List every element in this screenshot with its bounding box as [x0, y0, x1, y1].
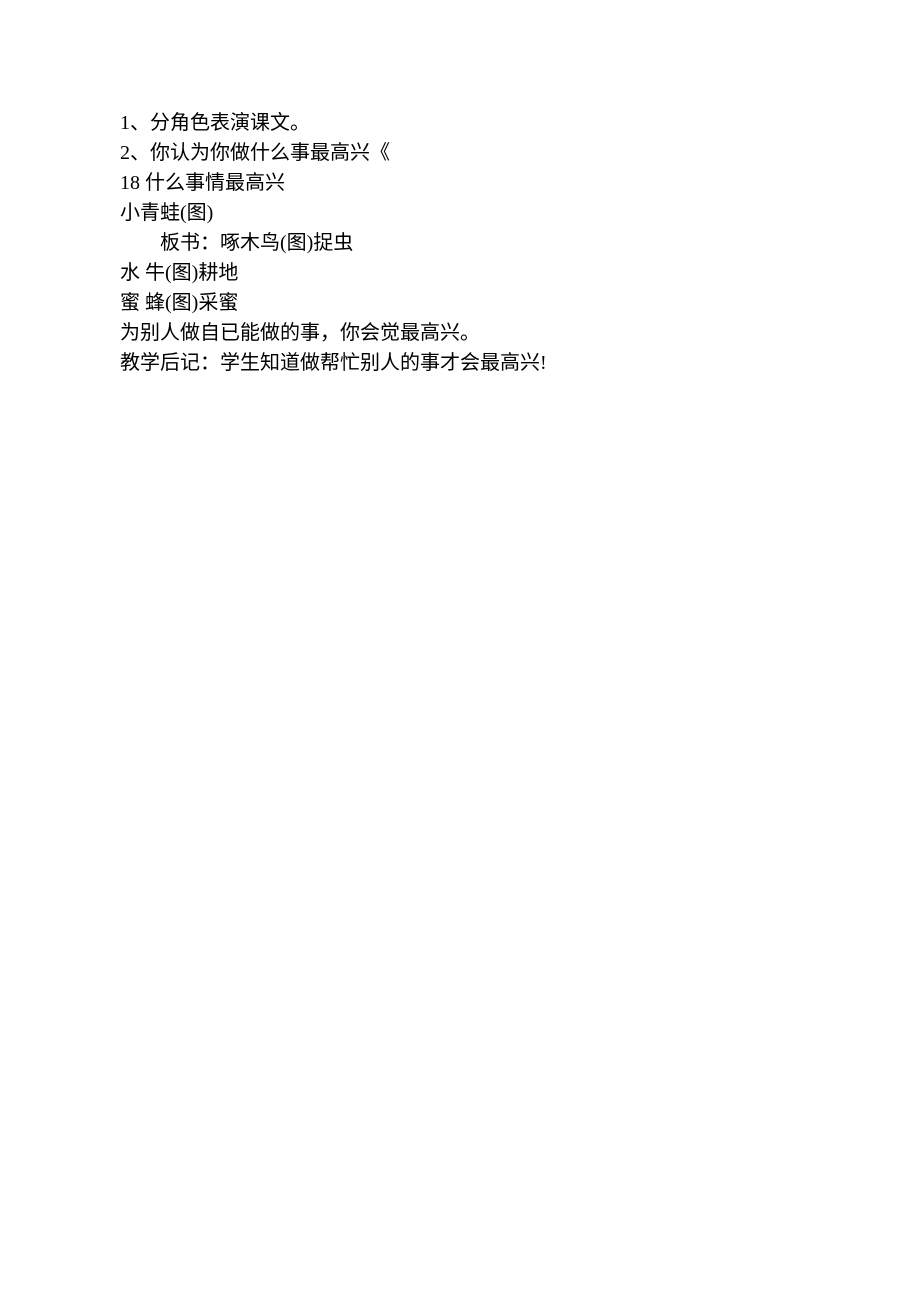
text-line: 水 牛(图)耕地 — [120, 258, 800, 288]
text-line: 2、你认为你做什么事最高兴《 — [120, 138, 800, 168]
text-line: 蜜 蜂(图)采蜜 — [120, 288, 800, 318]
text-line: 板书：啄木鸟(图)捉虫 — [120, 228, 800, 258]
text-line: 18 什么事情最高兴 — [120, 168, 800, 198]
text-line: 教学后记：学生知道做帮忙别人的事才会最高兴! — [120, 348, 800, 378]
text-line: 为别人做自已能做的事，你会觉最高兴。 — [120, 318, 800, 348]
document-page: 1、分角色表演课文。 2、你认为你做什么事最高兴《 18 什么事情最高兴 小青蛙… — [0, 0, 920, 378]
text-line: 小青蛙(图) — [120, 198, 800, 228]
text-line: 1、分角色表演课文。 — [120, 108, 800, 138]
